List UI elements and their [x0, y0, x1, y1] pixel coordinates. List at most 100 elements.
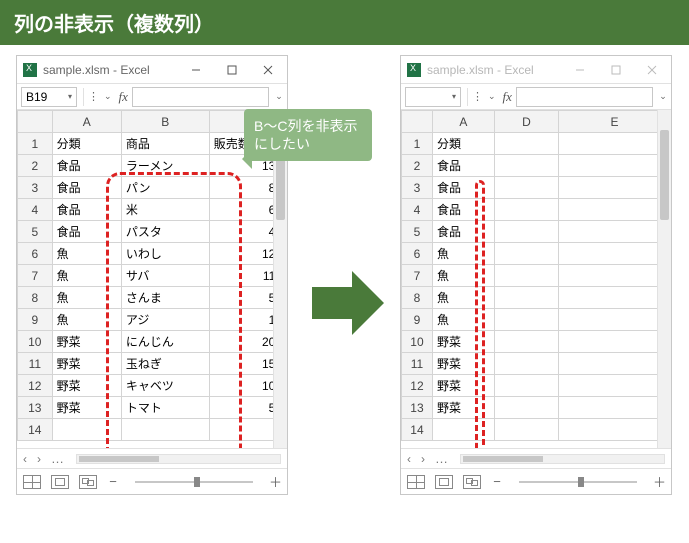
- cell[interactable]: [559, 155, 671, 177]
- cell[interactable]: [494, 419, 558, 441]
- cell[interactable]: 魚: [52, 243, 121, 265]
- cell[interactable]: [559, 133, 671, 155]
- zoom-out-button[interactable]: −: [107, 474, 119, 489]
- cell[interactable]: 食品: [432, 177, 494, 199]
- cell[interactable]: 食品: [432, 199, 494, 221]
- zoom-slider[interactable]: [519, 481, 637, 483]
- select-all-corner[interactable]: [18, 111, 53, 133]
- row-header[interactable]: 8: [18, 287, 53, 309]
- row-header[interactable]: 5: [402, 221, 433, 243]
- row-header[interactable]: 13: [402, 397, 433, 419]
- cell[interactable]: 野菜: [432, 397, 494, 419]
- cell[interactable]: 米: [121, 199, 209, 221]
- row-header[interactable]: 12: [18, 375, 53, 397]
- cell[interactable]: トマト: [121, 397, 209, 419]
- cell[interactable]: 魚: [432, 309, 494, 331]
- chevron-down-icon[interactable]: ▾: [68, 92, 72, 101]
- cell[interactable]: [494, 221, 558, 243]
- cell[interactable]: ラーメン: [121, 155, 209, 177]
- row-header[interactable]: 12: [402, 375, 433, 397]
- cell[interactable]: [559, 397, 671, 419]
- maximize-button[interactable]: [601, 56, 631, 83]
- cell[interactable]: 魚: [432, 287, 494, 309]
- page-layout-view-icon[interactable]: [51, 475, 69, 489]
- cell[interactable]: [559, 375, 671, 397]
- formula-input[interactable]: [516, 87, 653, 107]
- row-header[interactable]: 9: [18, 309, 53, 331]
- vertical-scrollbar[interactable]: [657, 110, 671, 448]
- cell[interactable]: 分類: [432, 133, 494, 155]
- fx-icon[interactable]: fx: [115, 89, 132, 105]
- cell[interactable]: 食品: [432, 155, 494, 177]
- menu-dots-icon[interactable]: ⋮: [470, 90, 485, 103]
- name-box[interactable]: ▾: [405, 87, 461, 107]
- cell[interactable]: 野菜: [52, 353, 121, 375]
- page-layout-view-icon[interactable]: [435, 475, 453, 489]
- cell[interactable]: [559, 309, 671, 331]
- cell[interactable]: アジ: [121, 309, 209, 331]
- sheet-tabs-overflow-icon[interactable]: …: [435, 451, 450, 466]
- row-header[interactable]: 3: [18, 177, 53, 199]
- col-header[interactable]: A: [432, 111, 494, 133]
- cell[interactable]: [559, 353, 671, 375]
- cell[interactable]: 野菜: [52, 331, 121, 353]
- select-all-corner[interactable]: [402, 111, 433, 133]
- scroll-right-icon[interactable]: ›: [37, 452, 41, 466]
- col-header[interactable]: B: [121, 111, 209, 133]
- cell[interactable]: いわし: [121, 243, 209, 265]
- normal-view-icon[interactable]: [407, 475, 425, 489]
- cell[interactable]: 食品: [52, 177, 121, 199]
- name-box[interactable]: B19 ▾: [21, 87, 77, 107]
- row-header[interactable]: 14: [402, 419, 433, 441]
- cell[interactable]: [494, 287, 558, 309]
- cell[interactable]: 分類: [52, 133, 121, 155]
- cell[interactable]: 玉ねぎ: [121, 353, 209, 375]
- normal-view-icon[interactable]: [23, 475, 41, 489]
- col-header[interactable]: A: [52, 111, 121, 133]
- cell[interactable]: パン: [121, 177, 209, 199]
- row-header[interactable]: 8: [402, 287, 433, 309]
- row-header[interactable]: 4: [402, 199, 433, 221]
- cell[interactable]: 商品: [121, 133, 209, 155]
- row-header[interactable]: 2: [402, 155, 433, 177]
- row-header[interactable]: 14: [18, 419, 53, 441]
- cell[interactable]: 野菜: [52, 397, 121, 419]
- cell[interactable]: [494, 199, 558, 221]
- cell[interactable]: [559, 331, 671, 353]
- zoom-slider[interactable]: [135, 481, 253, 483]
- row-header[interactable]: 10: [402, 331, 433, 353]
- cell[interactable]: [494, 155, 558, 177]
- cell[interactable]: 魚: [432, 243, 494, 265]
- row-header[interactable]: 6: [18, 243, 53, 265]
- cell[interactable]: 食品: [52, 155, 121, 177]
- row-header[interactable]: 9: [402, 309, 433, 331]
- row-header[interactable]: 11: [18, 353, 53, 375]
- cell[interactable]: 魚: [52, 287, 121, 309]
- cell[interactable]: [494, 243, 558, 265]
- cell[interactable]: 食品: [52, 199, 121, 221]
- cell[interactable]: にんじん: [121, 331, 209, 353]
- scroll-right-icon[interactable]: ›: [421, 452, 425, 466]
- close-button[interactable]: [637, 56, 667, 83]
- expand-formula-icon[interactable]: ⌄: [271, 91, 287, 102]
- cell[interactable]: 食品: [432, 221, 494, 243]
- horizontal-scrollbar[interactable]: [76, 454, 281, 464]
- fx-icon[interactable]: fx: [499, 89, 516, 105]
- page-break-view-icon[interactable]: [463, 475, 481, 489]
- cell[interactable]: キャベツ: [121, 375, 209, 397]
- zoom-in-button[interactable]: ＋: [653, 472, 665, 491]
- cell[interactable]: 魚: [52, 265, 121, 287]
- row-header[interactable]: 2: [18, 155, 53, 177]
- cell[interactable]: サバ: [121, 265, 209, 287]
- cell[interactable]: [494, 331, 558, 353]
- cell[interactable]: [52, 419, 121, 441]
- cell[interactable]: [494, 177, 558, 199]
- cell[interactable]: [432, 419, 494, 441]
- formula-input[interactable]: [132, 87, 269, 107]
- cell[interactable]: 魚: [432, 265, 494, 287]
- close-button[interactable]: [253, 56, 283, 83]
- row-header[interactable]: 6: [402, 243, 433, 265]
- chevron-down-icon[interactable]: ▾: [452, 92, 456, 101]
- row-header[interactable]: 7: [402, 265, 433, 287]
- row-header[interactable]: 5: [18, 221, 53, 243]
